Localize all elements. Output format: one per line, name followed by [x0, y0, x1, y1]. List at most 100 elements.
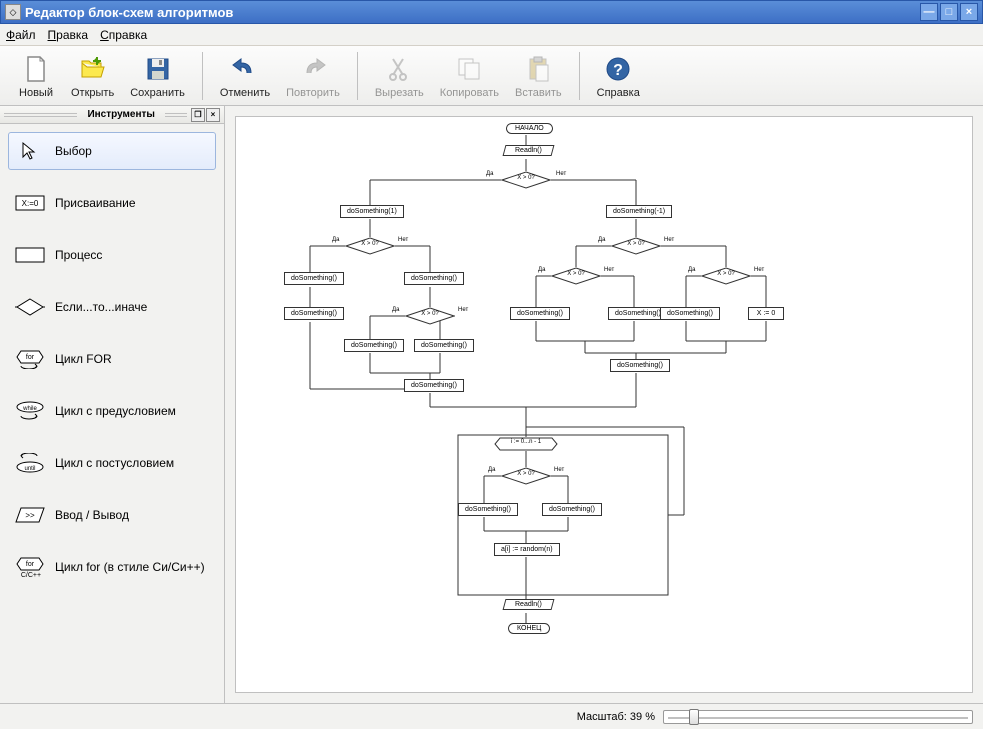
fc-proc[interactable]: doSomething() [608, 307, 668, 320]
fc-decision[interactable]: X > 0? [701, 267, 751, 288]
fc-readln[interactable]: Readln() [503, 145, 555, 156]
fc-yes-label: Да [486, 171, 493, 177]
tools-panel-title: Инструменты [83, 109, 159, 120]
tool-item-cfor[interactable]: forC/C++ Цикл for (в стиле Си/Си++) [8, 548, 216, 586]
maximize-button[interactable]: □ [940, 3, 958, 21]
copy-button: Копировать [433, 50, 506, 102]
fc-proc[interactable]: doSomething() [610, 359, 670, 372]
svg-text:C/C++: C/C++ [21, 572, 41, 578]
new-label: Новый [19, 87, 53, 99]
fc-decision[interactable]: X > 0? [345, 237, 395, 258]
fc-no-label: Нет [556, 171, 566, 177]
fc-start[interactable]: НАЧАЛО [506, 123, 553, 134]
fc-yes-label: Да [598, 237, 605, 243]
new-button[interactable]: Новый [10, 50, 62, 102]
tool-item-process[interactable]: Процесс [8, 236, 216, 274]
tools-panel: Инструменты ❐ × Выбор X:=0 Присваивание … [0, 106, 225, 703]
fc-proc[interactable]: doSomething() [284, 307, 344, 320]
fc-decision[interactable]: X > 0? [405, 307, 455, 328]
fc-proc[interactable]: doSomething() [414, 339, 474, 352]
fc-for-loop[interactable]: i := 0...n - 1 [494, 437, 558, 454]
paste-button: Вставить [508, 50, 569, 102]
tool-item-until[interactable]: until Цикл с постусловием [8, 444, 216, 482]
process-icon [15, 245, 45, 265]
tool-item-for[interactable]: for Цикл FOR [8, 340, 216, 378]
file-new-icon [20, 53, 52, 85]
menu-help[interactable]: Справка [100, 28, 147, 42]
panel-close-button[interactable]: × [206, 108, 220, 122]
tool-label: Присваивание [55, 196, 136, 210]
tool-label: Цикл с постусловием [55, 456, 174, 470]
tool-label: Выбор [55, 144, 92, 158]
toolbar: Новый Открыть Сохранить Отменить По [0, 46, 983, 106]
close-button[interactable]: × [960, 3, 978, 21]
fc-no-label: Нет [398, 237, 408, 243]
fc-proc[interactable]: doSomething(1) [340, 205, 404, 218]
save-button[interactable]: Сохранить [123, 50, 192, 102]
window-title: Редактор блок-схем алгоритмов [25, 5, 920, 20]
fc-proc[interactable]: doSomething(-1) [606, 205, 672, 218]
help-button[interactable]: ? Справка [590, 50, 647, 102]
flowchart-connectors [236, 117, 972, 692]
svg-text:for: for [26, 354, 35, 361]
save-icon [142, 53, 174, 85]
tool-item-select[interactable]: Выбор [8, 132, 216, 170]
zoom-slider-thumb[interactable] [689, 709, 699, 725]
undo-label: Отменить [220, 87, 270, 99]
fc-yes-label: Да [332, 237, 339, 243]
fc-yes-label: Да [392, 307, 399, 313]
fc-end[interactable]: КОНЕЦ [508, 623, 550, 634]
cursor-icon [15, 141, 45, 161]
fc-no-label: Нет [554, 467, 564, 473]
tool-item-while[interactable]: while Цикл с предусловием [8, 392, 216, 430]
fc-yes-label: Да [488, 467, 495, 473]
tool-label: Цикл for (в стиле Си/Си++) [55, 560, 205, 574]
redo-label: Повторить [286, 87, 340, 99]
tool-label: Цикл с предусловием [55, 404, 176, 418]
svg-text:?: ? [613, 62, 623, 79]
zoom-slider[interactable] [663, 710, 973, 724]
fc-proc[interactable]: a[i] := random(n) [494, 543, 560, 556]
fc-readln2[interactable]: Readln() [503, 599, 555, 610]
tool-item-io[interactable]: >> Ввод / Вывод [8, 496, 216, 534]
io-icon: >> [15, 505, 45, 525]
menubar: Файл Правка Справка [0, 24, 983, 46]
fc-proc[interactable]: doSomething() [660, 307, 720, 320]
undo-button[interactable]: Отменить [213, 50, 277, 102]
undo-icon [229, 53, 261, 85]
fc-no-label: Нет [604, 267, 614, 273]
fc-proc[interactable]: doSomething() [404, 272, 464, 285]
minimize-button[interactable]: — [920, 3, 938, 21]
menu-edit[interactable]: Правка [48, 28, 89, 42]
menu-file[interactable]: Файл [6, 28, 36, 42]
fc-proc[interactable]: doSomething() [404, 379, 464, 392]
fc-no-label: Нет [754, 267, 764, 273]
help-label: Справка [597, 87, 640, 99]
folder-open-icon [77, 53, 109, 85]
fc-proc[interactable]: doSomething() [344, 339, 404, 352]
cfor-loop-icon: forC/C++ [15, 557, 45, 577]
fc-decision[interactable]: X > 0? [551, 267, 601, 288]
flowchart-canvas[interactable]: НАЧАЛО Readln() X > 0? Да Нет doSomethin… [235, 116, 973, 693]
open-button[interactable]: Открыть [64, 50, 121, 102]
fc-yes-label: Да [688, 267, 695, 273]
tool-item-assignment[interactable]: X:=0 Присваивание [8, 184, 216, 222]
cut-button: Вырезать [368, 50, 431, 102]
fc-proc[interactable]: X := 0 [748, 307, 784, 320]
copy-icon [453, 53, 485, 85]
fc-decision-top[interactable]: X > 0? [501, 171, 551, 192]
fc-proc[interactable]: doSomething() [458, 503, 518, 516]
fc-proc[interactable]: doSomething() [542, 503, 602, 516]
tool-label: Ввод / Вывод [55, 508, 129, 522]
fc-decision[interactable]: X > 0? [501, 467, 551, 488]
fc-proc[interactable]: doSomething() [510, 307, 570, 320]
paste-label: Вставить [515, 87, 562, 99]
panel-detach-button[interactable]: ❐ [191, 108, 205, 122]
paste-icon [522, 53, 554, 85]
tools-panel-header: Инструменты ❐ × [0, 106, 224, 124]
fc-decision[interactable]: X > 0? [611, 237, 661, 258]
fc-proc[interactable]: doSomething() [284, 272, 344, 285]
tool-item-ifelse[interactable]: Если...то...иначе [8, 288, 216, 326]
fc-no-label: Нет [458, 307, 468, 313]
tool-label: Цикл FOR [55, 352, 112, 366]
